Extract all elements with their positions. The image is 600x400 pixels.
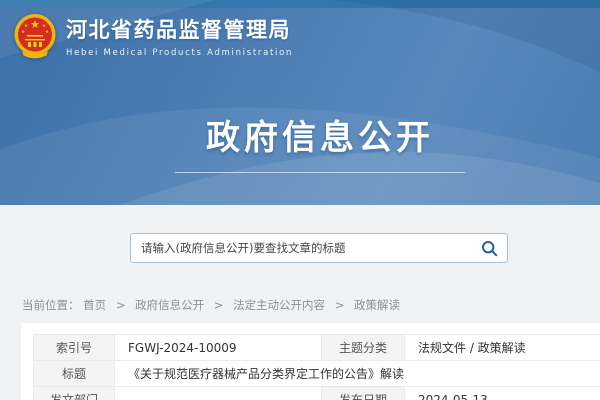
breadcrumb-separator: >: [335, 298, 345, 312]
org-name-zh: 河北省药品监督管理局: [66, 14, 293, 44]
field-label-topic-category: 主题分类: [322, 335, 405, 361]
table-row: 标题 《关于规范医疗器械产品分类界定工作的公告》解读: [34, 361, 600, 387]
search-box: [130, 233, 508, 263]
document-info-card: 索引号 FGWJ-2024-10009 主题分类 法规文件 / 政策解读 标题 …: [21, 323, 600, 400]
org-name-en: Hebei Medical Products Administration: [66, 48, 293, 58]
svg-text:★: ★: [45, 29, 49, 35]
breadcrumb: 当前位置： 首页 > 政府信息公开 > 法定主动公开内容 > 政策解读: [22, 297, 600, 313]
banner-underline: [175, 172, 465, 173]
field-label-index-number: 索引号: [34, 335, 115, 361]
svg-text:★: ★: [24, 23, 28, 29]
svg-text:★: ★: [21, 29, 25, 35]
field-value-index-number: FGWJ-2024-10009: [115, 335, 322, 361]
document-info-table: 索引号 FGWJ-2024-10009 主题分类 法规文件 / 政策解读 标题 …: [33, 334, 600, 400]
banner-title: 政府信息公开: [175, 110, 465, 159]
svg-text:★: ★: [30, 18, 40, 31]
org-name-block: 河北省药品监督管理局 Hebei Medical Products Admini…: [66, 14, 293, 58]
search-button[interactable]: [471, 234, 507, 262]
breadcrumb-current-policy-interpretation: 政策解读: [354, 298, 400, 312]
table-row: 索引号 FGWJ-2024-10009 主题分类 法规文件 / 政策解读: [34, 335, 600, 361]
site-header: ★ ★ ★ ★ ★ 河北省药品监督管理局 Hebei Medical Produ…: [0, 0, 600, 205]
breadcrumb-link-statutory-disclosure[interactable]: 法定主动公开内容: [233, 298, 325, 312]
breadcrumb-link-info-disclosure[interactable]: 政府信息公开: [135, 298, 204, 312]
search-icon: [481, 240, 498, 257]
field-label-issuing-department: 发文部门: [34, 387, 115, 400]
table-row: 发文部门 发布日期 2024-05-13: [34, 387, 600, 400]
china-national-emblem-icon: ★ ★ ★ ★ ★: [13, 13, 57, 59]
breadcrumb-link-home[interactable]: 首页: [83, 298, 106, 312]
field-value-publish-date: 2024-05-13: [405, 387, 600, 400]
field-value-topic-category: 法规文件 / 政策解读: [405, 335, 600, 361]
field-value-title: 《关于规范医疗器械产品分类界定工作的公告》解读: [115, 361, 600, 387]
breadcrumb-separator: >: [116, 298, 126, 312]
breadcrumb-separator: >: [214, 298, 224, 312]
search-input[interactable]: [131, 234, 471, 262]
breadcrumb-label: 当前位置：: [22, 298, 80, 312]
svg-text:★: ★: [42, 23, 46, 29]
search-section: 当前位置： 首页 > 政府信息公开 > 法定主动公开内容 > 政策解读: [0, 205, 600, 313]
banner-heading: 政府信息公开: [175, 110, 465, 173]
field-label-title: 标题: [34, 361, 115, 387]
site-brand: ★ ★ ★ ★ ★ 河北省药品监督管理局 Hebei Medical Produ…: [13, 13, 293, 59]
field-value-issuing-department: [115, 387, 322, 400]
field-label-publish-date: 发布日期: [322, 387, 405, 400]
